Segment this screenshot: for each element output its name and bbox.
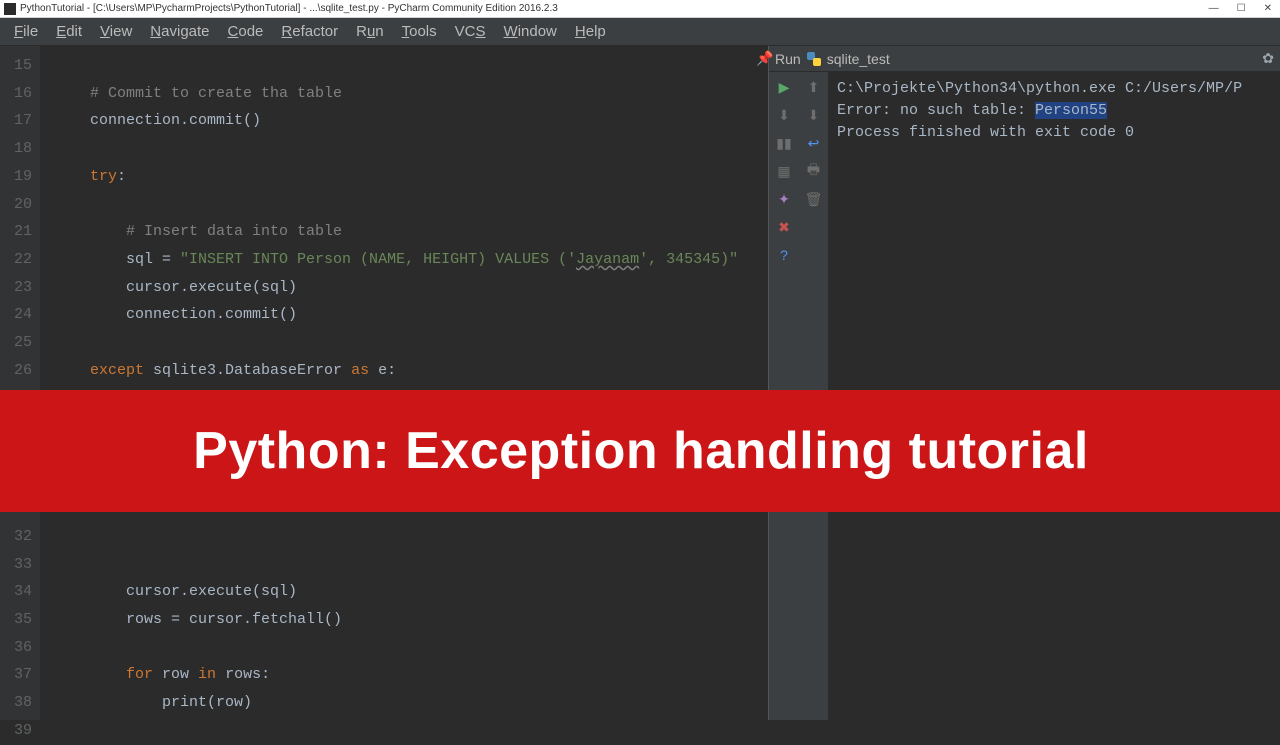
- down-icon[interactable]: ⬇: [775, 106, 793, 124]
- console-line: Error: no such table: Person55: [837, 100, 1272, 122]
- up-stack-icon[interactable]: ⬆: [805, 78, 823, 96]
- menu-help[interactable]: Help: [567, 21, 614, 42]
- run-settings-icon[interactable]: ✿: [1262, 50, 1274, 67]
- close-button[interactable]: ✕: [1260, 3, 1276, 14]
- python-icon: [807, 52, 821, 66]
- minimize-button[interactable]: —: [1205, 3, 1223, 14]
- video-title-banner: Python: Exception handling tutorial: [0, 390, 1280, 512]
- print-icon[interactable]: 🖶: [805, 162, 823, 180]
- window-title: PythonTutorial - [C:\Users\MP\PycharmPro…: [20, 3, 558, 14]
- menu-bar: File Edit View Navigate Code Refactor Ru…: [0, 18, 1280, 46]
- console-line: Process finished with exit code 0: [837, 122, 1272, 144]
- run-config-name[interactable]: sqlite_test: [827, 51, 890, 67]
- menu-navigate[interactable]: Navigate: [142, 21, 217, 42]
- down-stack-icon[interactable]: ⬇: [805, 106, 823, 124]
- run-title: Run: [775, 51, 801, 67]
- menu-view[interactable]: View: [92, 21, 140, 42]
- app-icon: [4, 3, 16, 15]
- menu-run[interactable]: Run: [348, 21, 392, 42]
- menu-refactor[interactable]: Refactor: [273, 21, 346, 42]
- editor[interactable]: 1516171819202122232425262728293031323334…: [0, 46, 768, 720]
- editor-code[interactable]: # Commit to create tha table connection.…: [40, 46, 768, 720]
- pin-icon[interactable]: 📌: [756, 50, 773, 67]
- stop-icon[interactable]: ▮▮: [775, 134, 793, 152]
- menu-vcs[interactable]: VCS: [447, 21, 494, 42]
- menu-tools[interactable]: Tools: [394, 21, 445, 42]
- help-icon[interactable]: ?: [775, 246, 793, 264]
- menu-edit[interactable]: Edit: [48, 21, 90, 42]
- maximize-button[interactable]: ☐: [1233, 3, 1250, 14]
- menu-file[interactable]: File: [6, 21, 46, 42]
- console-line: C:\Projekte\Python34\python.exe C:/Users…: [837, 78, 1272, 100]
- clear-icon[interactable]: 🗑: [805, 190, 823, 208]
- selected-text: Person55: [1035, 102, 1107, 119]
- run-panel: Run sqlite_test ✿ ▶ ⬇ ▮▮ ▦ ✦ ✖ ? ⬆ ⬇ ↩ 🖶…: [768, 46, 1280, 720]
- soft-wrap-icon[interactable]: ↩: [805, 134, 823, 152]
- menu-window[interactable]: Window: [496, 21, 565, 42]
- dump-icon[interactable]: ✦: [775, 190, 793, 208]
- layout-icon[interactable]: ▦: [775, 162, 793, 180]
- editor-gutter: 1516171819202122232425262728293031323334…: [0, 46, 40, 720]
- rerun-icon[interactable]: ▶: [775, 78, 793, 96]
- menu-code[interactable]: Code: [220, 21, 272, 42]
- window-titlebar: PythonTutorial - [C:\Users\MP\PycharmPro…: [0, 0, 1280, 18]
- close-tab-icon[interactable]: ✖: [775, 218, 793, 236]
